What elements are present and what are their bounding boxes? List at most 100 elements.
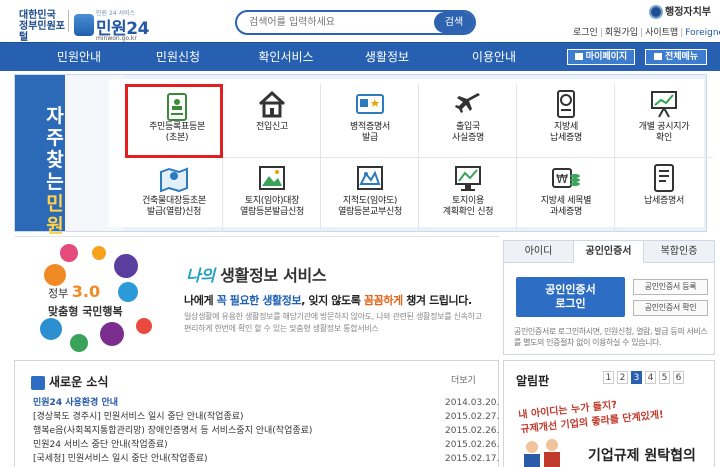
site-header: 대한민국 정부민원포털 민원 24 서비스 민원24 minwon.go.kr … [0,0,720,43]
search-input[interactable] [237,12,432,33]
cert-button-line-1: 공인인증서 [545,283,596,296]
land-photo-icon [259,166,285,190]
notice-banner-title: 기업규제 원탁협의 [588,448,696,464]
presentation-chart-icon [651,91,677,118]
government-seal-icon [649,5,663,19]
vertical-char: 원 [46,215,64,237]
service-land-use-plan[interactable]: 토지이용 계획확인 신청 [419,158,517,232]
nav-item-usage[interactable]: 이용안내 [455,43,533,72]
news-title: 새로운 소식 [49,375,109,389]
search-button[interactable]: 검색 [434,12,474,33]
all-menu-button[interactable]: 전체메뉴 [645,49,707,65]
login-note: 공인인증서로 로그인하시면, 민원신청, 열람, 발급 등의 서비스를 별도의 … [514,327,708,347]
util-separator: | [599,28,603,38]
service-resident-registration[interactable]: 주민등록표등본 (초본) [125,84,223,158]
vertical-char: 찾 [46,149,64,171]
tax-certificate-icon [557,90,575,118]
banner-subtitle: 나에게 꼭 필요한 생활정보, 잊지 않도록 꼼꼼하게 챙겨 드립니다. [184,292,472,308]
service-land-register[interactable]: 토지(임야)대장 열람등본발급신청 [223,158,321,232]
service-tax-payment-cert[interactable]: 납세증명서 [615,158,713,232]
resident-registration-icon [167,93,187,121]
banner-sub-text: 챙겨 드립니다. [402,294,472,307]
login-tabs: 아이디 공인인증서 복합인증 [504,241,714,263]
service-label: 토지이용 계획확인 신청 [442,196,494,217]
news-item[interactable]: [경상북도 경주시] 민원서비스 일시 중단 안내(작업종료) 2015.02.2… [33,411,499,423]
news-item[interactable]: 행복e음(사회복지통합관리망) 장애인증명서 등 서비스중지 안내(작업종료) 2… [33,425,499,437]
nav-item-guide[interactable]: 민원안내 [40,43,118,72]
news-item-date: 2015.02.17. [445,454,500,464]
page-button[interactable]: 4 [645,371,656,384]
service-label: 병적증명서 발급 [350,122,390,143]
mypage-button[interactable]: 마이페이지 [567,49,635,65]
banner-title-rest: 생활정보 서비스 [214,266,327,285]
signup-link[interactable]: 회원가입 [605,25,638,38]
military-record-icon [356,94,384,114]
service-immigration-record[interactable]: 출입국 사실증명 [419,84,517,158]
nav-item-verify[interactable]: 확인서비스 [241,43,331,72]
banner-sub-text: 나에게 [184,294,217,307]
page-button[interactable]: 2 [617,371,628,384]
page-button[interactable]: 5 [659,371,670,384]
news-item-title: [국세청] 민원서비스 일시 중단 안내(작업종료) [33,454,208,464]
login-panel: 아이디 공인인증서 복합인증 공인인증서 로그인 공인인증서 등록 공인인증서 … [503,240,715,355]
notice-banner[interactable]: 내 아이디는 누가 들지? 규제개선 기업의 좋라를 단계있게! 기업규제 원탁… [510,393,710,467]
user-icon [574,53,583,60]
service-military-record[interactable]: 병적증명서 발급 [321,84,419,158]
person-icon [40,318,62,340]
certificate-check-button[interactable]: 공인인증서 확인 [633,300,708,316]
service-label: 토지(임야)대장 열람등본발급신청 [240,196,304,217]
service-local-tax-payment[interactable]: 지방세 납세증명 [517,84,615,158]
service-cadastral-map[interactable]: 지적도(임야도) 열람등본교부신청 [321,158,419,232]
won-coins-icon: ₩ [552,168,580,188]
login-link[interactable]: 로그인 [573,25,598,38]
certificate-login-button[interactable]: 공인인증서 로그인 [516,277,625,317]
service-local-tax-item[interactable]: ₩ 지방세 세목별 과세증명 [517,158,615,232]
notice-board-title: 알림판 [516,374,550,388]
nav-item-life-info[interactable]: 생활정보 [348,43,426,72]
service-label: 출입국 사실증명 [452,122,484,143]
certificate-register-button[interactable]: 공인인증서 등록 [633,279,708,295]
land-use-monitor-icon [455,166,481,191]
sitemap-link[interactable]: 사이트맵 [645,25,678,38]
bubble-decoration [136,318,152,334]
tab-combined-login[interactable]: 복합인증 [644,241,714,263]
frequent-services-panel: 자 주 찾 는 민 원 주민등록표등본 (초본) 전입신고 병적증명서 발급 출… [14,74,713,237]
ministry-name: 행정자치부 [665,7,711,18]
page-button[interactable]: 6 [673,371,684,384]
meeting-people-icon [524,439,560,467]
service-land-price[interactable]: 개별 공시지가 확인 [615,84,713,158]
service-building-register[interactable]: 건축물대장등초본 발급(열람)신청 [125,158,223,232]
gov30-prefix: 정부 [48,287,69,300]
page-button-current[interactable]: 3 [631,371,642,384]
news-item[interactable]: 민원24 사용환경 안내 2014.03.20. [33,397,499,409]
ministry-logo[interactable]: 행정자치부 [649,3,719,19]
logo-line-2: 정부민원포털 [19,21,65,43]
bubble-decoration [60,244,78,262]
news-item-title: 민원24 서비스 중단 안내(작업종료) [33,440,168,450]
nav-item-apply[interactable]: 민원신청 [139,43,217,72]
service-label: 건축물대장등초본 발급(열람)신청 [142,196,206,217]
foreigner-link[interactable]: Foreigner [685,28,720,38]
frequent-services-vertical-label: 자 주 찾 는 민 원 [38,105,72,237]
banner-sub-highlight: 꼭 필요한 생활정보 [216,294,302,307]
main-navigation: 민원안내 민원신청 확인서비스 생활정보 이용안내 마이페이지 전체메뉴 [0,42,720,71]
utility-links: 로그인|회원가입|사이트맵|Foreigner [573,25,720,38]
tab-certificate-login[interactable]: 공인인증서 [574,241,644,263]
vertical-char: 주 [46,127,64,149]
service-label: 개별 공시지가 확인 [638,122,690,143]
tab-id-login[interactable]: 아이디 [504,241,574,263]
banner-title: 나의 생활정보 서비스 [186,262,327,286]
pencil-icon [31,375,45,390]
service-move-in-report[interactable]: 전입신고 [223,84,321,158]
news-more-link[interactable]: 더보기 [451,373,476,386]
logo-divider [68,10,69,32]
portal-logo-text[interactable]: 대한민국 정부민원포털 [19,10,67,43]
util-separator: | [680,28,684,38]
banner-sub-highlight: 꼼꼼하게 [363,294,403,307]
news-item[interactable]: [국세청] 민원서비스 일시 중단 안내(작업종료) 2015.02.17. [33,453,499,465]
page-button[interactable]: 1 [603,371,614,384]
gov30-version: 3.0 [71,282,101,301]
minwon24-logo[interactable]: 민원 24 서비스 민원24 minwon.go.kr [74,8,174,42]
news-item-title: [경상북도 경주시] 민원서비스 일시 중단 안내(작업종료) [33,412,244,422]
news-item[interactable]: 민원24 서비스 중단 안내(작업종료) 2015.02.26. [33,439,499,451]
